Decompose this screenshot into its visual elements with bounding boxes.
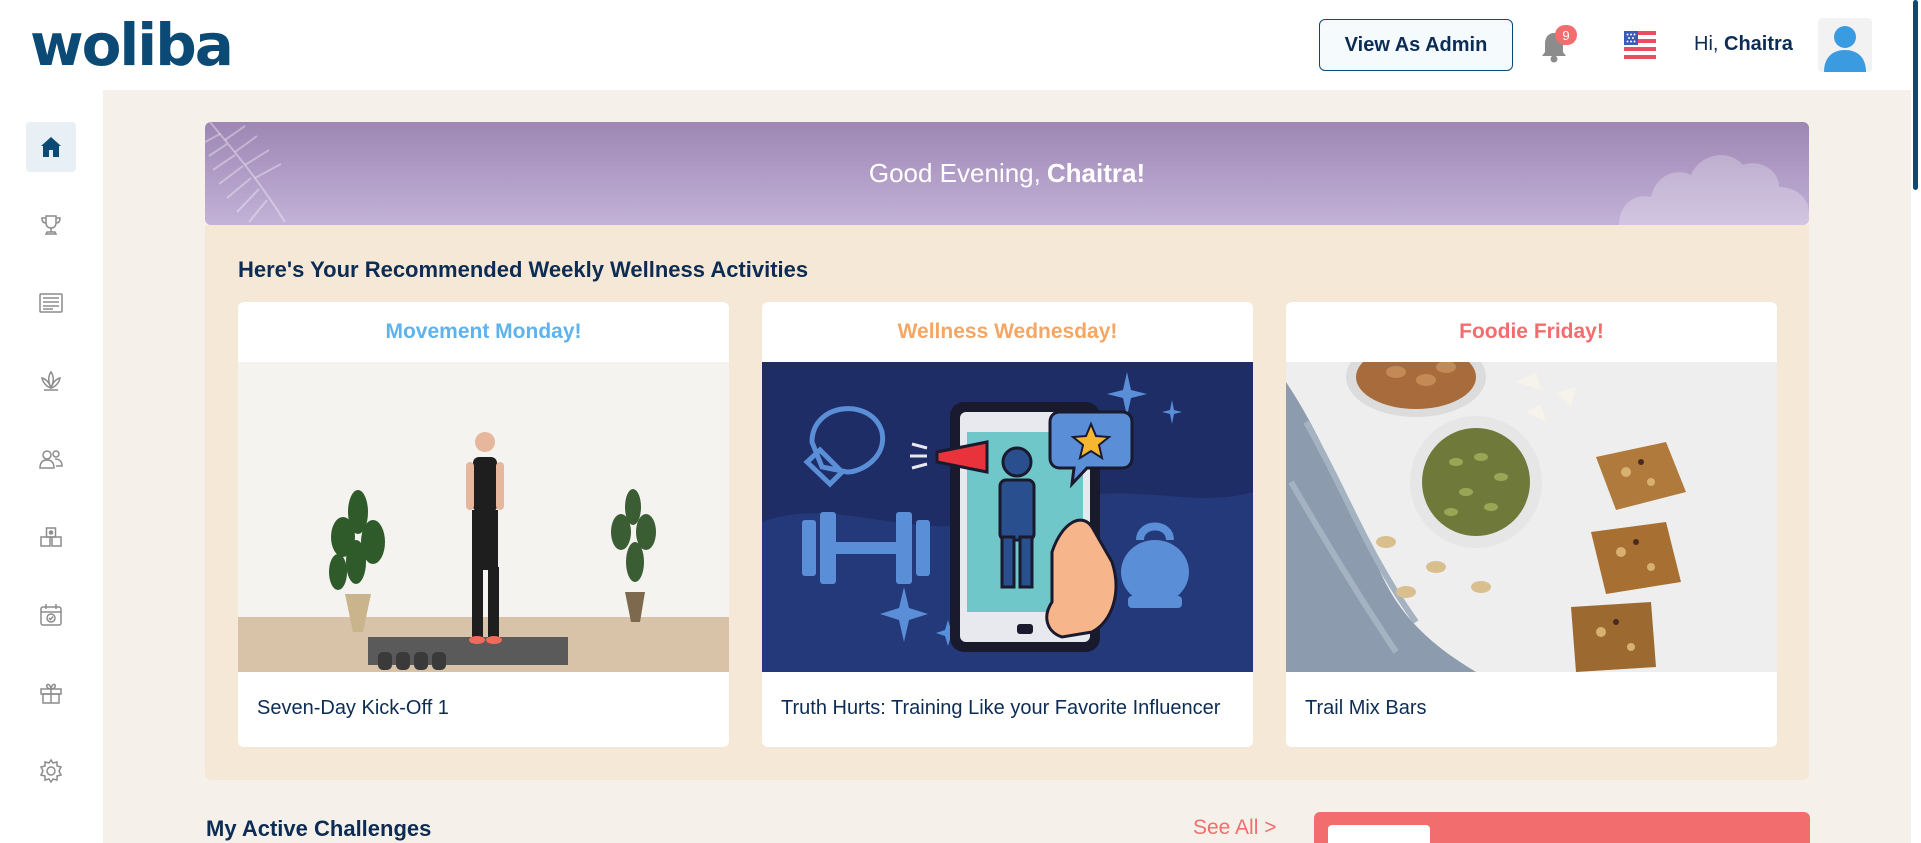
trophy-icon [41, 215, 61, 235]
gift-icon [40, 683, 62, 704]
lotus-icon [41, 370, 61, 391]
notification-badge: 9 [1555, 25, 1577, 45]
activity-card-friday[interactable]: Foodie Friday! Trail Mix Bars [1286, 302, 1777, 747]
top-header: woliba View As Admin 9 Hi, Chaitra [0, 0, 1921, 90]
home-icon [41, 137, 61, 157]
scrollbar-thumb[interactable] [1913, 0, 1918, 190]
sidebar-item-home[interactable] [26, 122, 76, 172]
sidebar [0, 90, 103, 843]
workout-video-thumbnail [238, 362, 729, 672]
banner-user-name: Chaitra! [1046, 158, 1146, 188]
active-challenges-title: My Active Challenges [206, 816, 432, 841]
banner-greeting: Good Evening, Chaitra! [205, 122, 1809, 225]
woliba-logo[interactable]: woliba [30, 11, 234, 79]
sidebar-item-events[interactable] [26, 590, 76, 640]
trail-mix-bars-photo [1286, 362, 1777, 672]
greeting-prefix: Hi, [1694, 33, 1719, 55]
logo-text: woliba [30, 11, 234, 79]
sidebar-item-challenges[interactable] [26, 200, 76, 250]
sidebar-item-settings[interactable] [26, 746, 76, 796]
sidebar-item-rewards[interactable] [26, 512, 76, 562]
newspaper-icon [39, 293, 63, 313]
user-greeting: Hi, Chaitra [1694, 33, 1793, 56]
card-activity-title: Truth Hurts: Training Like your Favorite… [781, 697, 1221, 719]
see-all-link[interactable]: See All > [1193, 816, 1276, 840]
challenge-card-tab [1328, 825, 1430, 843]
user-name: Chaitra [1724, 33, 1793, 55]
activity-card-monday[interactable]: Movement Monday! Seven-Day Kick-Off 1 [238, 302, 729, 747]
greeting-banner: Good Evening, Chaitra! [205, 122, 1809, 225]
us-flag-icon[interactable] [1624, 31, 1656, 61]
view-as-admin-button[interactable]: View As Admin [1319, 19, 1513, 71]
sidebar-item-wellness[interactable] [26, 356, 76, 406]
avatar-person-icon [1824, 26, 1866, 72]
card-day-label: Foodie Friday! [1459, 320, 1604, 343]
medal-icon [40, 527, 62, 547]
calendar-check-icon [40, 604, 62, 626]
card-activity-title: Trail Mix Bars [1305, 697, 1427, 719]
sidebar-item-social[interactable] [26, 434, 76, 484]
people-icon [39, 450, 63, 469]
card-activity-title: Seven-Day Kick-Off 1 [257, 697, 449, 719]
gear-icon [39, 758, 63, 784]
banner-greeting-text: Good Evening, [868, 158, 1041, 188]
activity-card-wednesday[interactable]: Wellness Wednesday! Truth Hurts: Trainin… [762, 302, 1253, 747]
sidebar-item-gifts[interactable] [26, 668, 76, 718]
weekly-activities-title: Here's Your Recommended Weekly Wellness … [238, 257, 809, 282]
user-avatar[interactable] [1818, 18, 1872, 72]
fitness-influencer-illustration [762, 362, 1253, 672]
card-day-label: Movement Monday! [385, 320, 582, 343]
card-day-label: Wellness Wednesday! [897, 320, 1118, 343]
sidebar-item-articles[interactable] [26, 278, 76, 328]
